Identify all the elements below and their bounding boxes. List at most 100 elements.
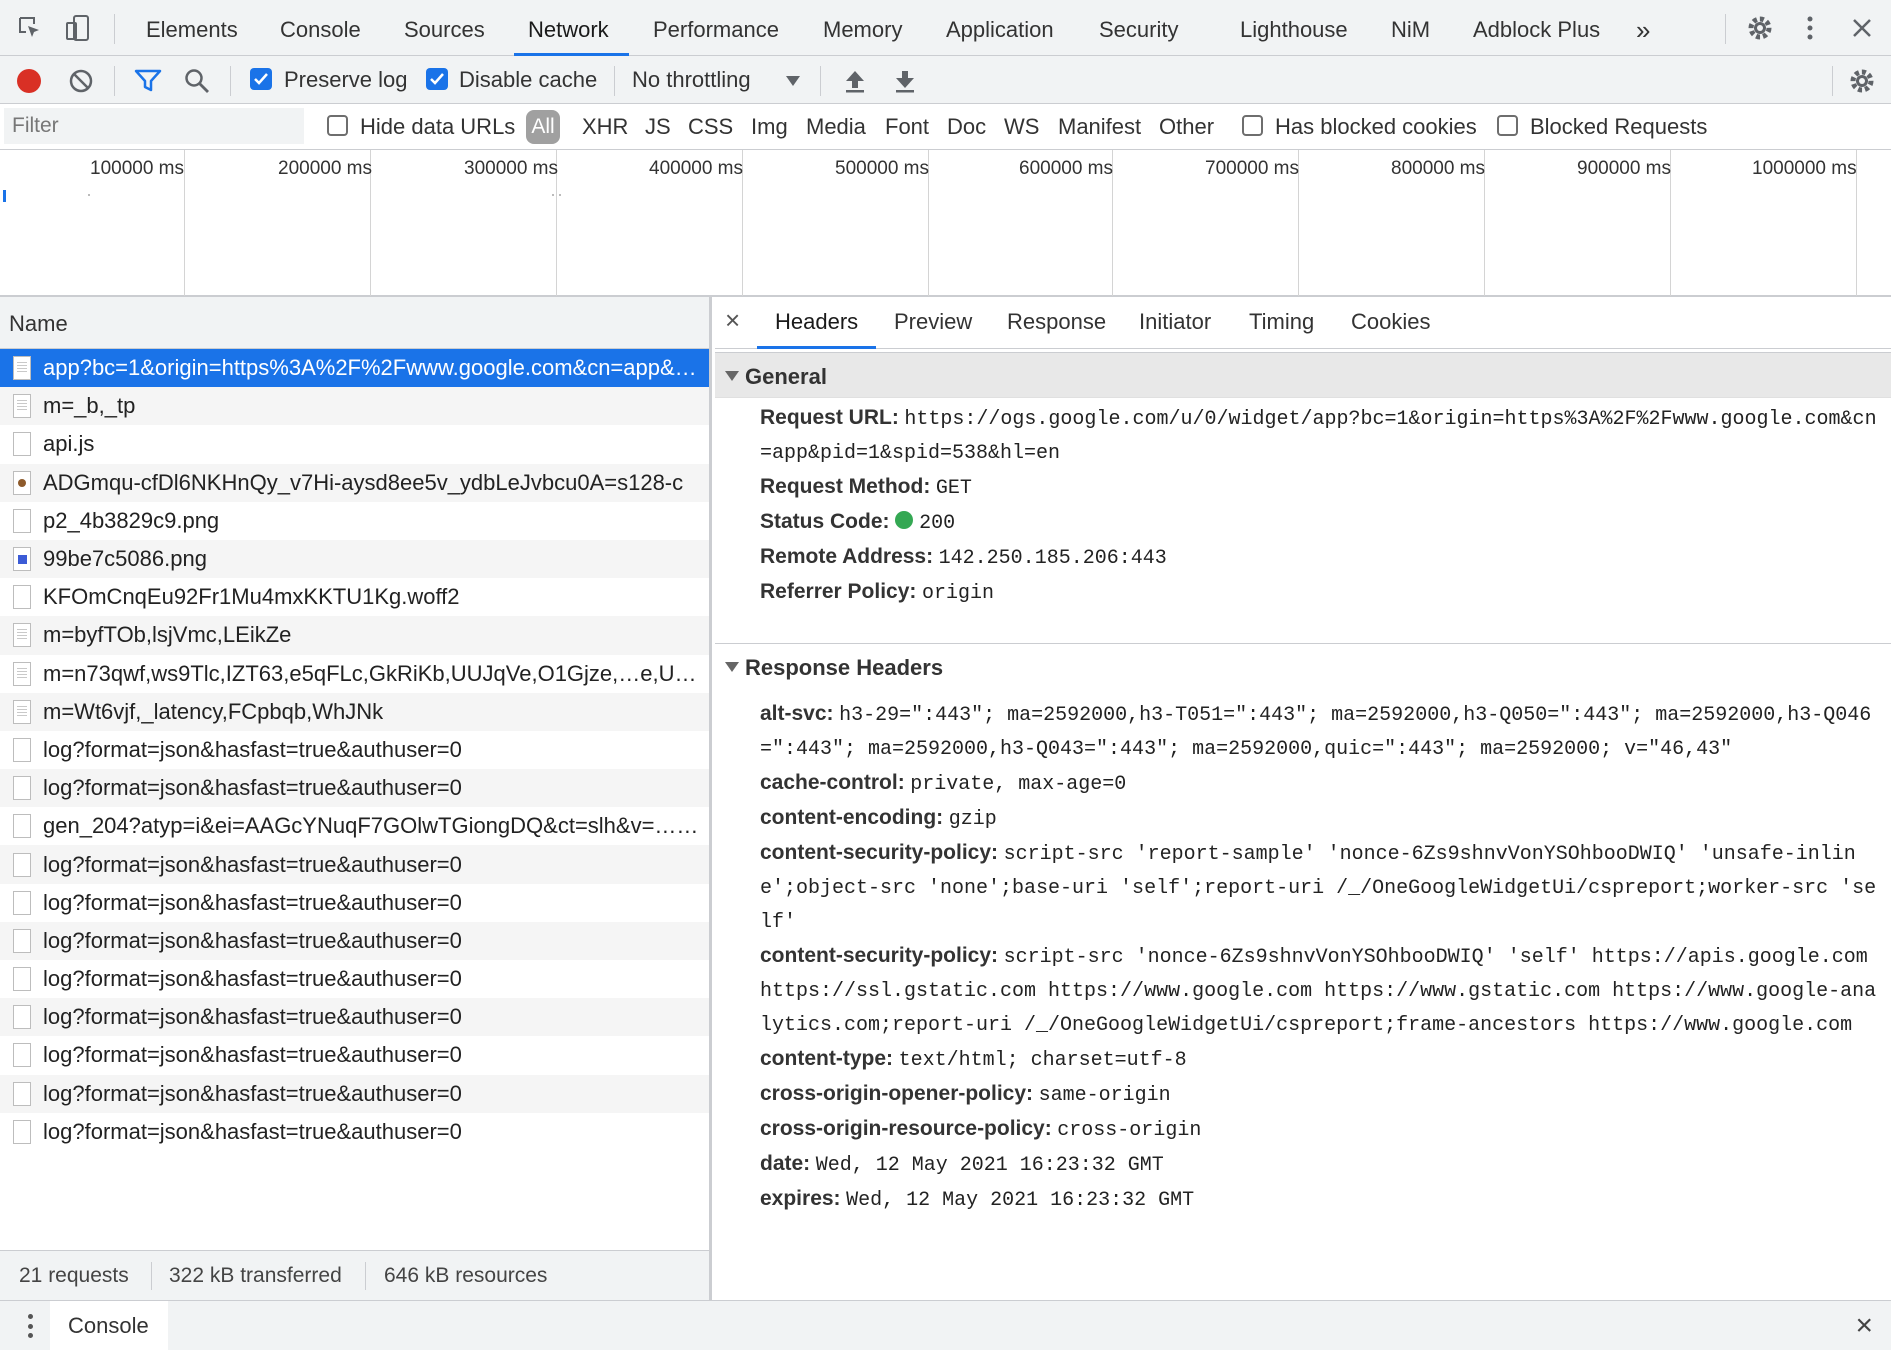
preserve-log-label[interactable]: Preserve log [284, 67, 408, 93]
header-value: origin [921, 582, 994, 605]
header-value: same-origin [1038, 1084, 1171, 1107]
hide-data-urls-label[interactable]: Hide data URLs [360, 114, 515, 140]
request-row[interactable]: log?format=json&hasfast=true&authuser=0 [0, 1036, 709, 1074]
close-drawer-icon[interactable]: × [1855, 1309, 1873, 1343]
tab-response[interactable]: Response [1007, 309, 1106, 335]
has-blocked-cookies-checkbox[interactable] [1242, 115, 1263, 136]
request-row[interactable]: log?format=json&hasfast=true&authuser=0 [0, 1113, 709, 1151]
request-row[interactable]: m=_b,_tp [0, 387, 709, 426]
response-headers-list: alt-svc: h3-29=":443"; ma=2592000,h3-T05… [760, 697, 1885, 1217]
file-icon [13, 814, 31, 839]
request-row[interactable]: log?format=json&hasfast=true&authuser=0 [0, 884, 709, 922]
record-icon[interactable] [12, 64, 46, 98]
tab-application[interactable]: Application [946, 0, 1054, 56]
type-filter-ws[interactable]: WS [1004, 114, 1039, 140]
type-filter-xhr[interactable]: XHR [582, 114, 628, 140]
request-row[interactable]: 99be7c5086.png [0, 539, 709, 579]
header-name: date: [760, 1152, 811, 1175]
export-har-icon[interactable] [888, 64, 922, 98]
has-blocked-cookies-label[interactable]: Has blocked cookies [1275, 114, 1477, 140]
preserve-log-checkbox[interactable] [250, 68, 272, 90]
tab-sources[interactable]: Sources [404, 0, 485, 56]
tab-performance[interactable]: Performance [653, 0, 779, 56]
disable-cache-label[interactable]: Disable cache [459, 67, 597, 93]
tab-elements[interactable]: Elements [146, 0, 238, 56]
tab-lighthouse[interactable]: Lighthouse [1240, 0, 1348, 56]
filter-input[interactable] [4, 108, 304, 144]
general-section-header[interactable]: General [715, 352, 1891, 398]
type-filter-font[interactable]: Font [885, 114, 929, 140]
request-row[interactable]: p2_4b3829c9.png [0, 502, 709, 540]
header-value: GET [935, 477, 972, 500]
tab-memory[interactable]: Memory [823, 0, 902, 56]
tab-timing[interactable]: Timing [1249, 309, 1314, 335]
timeline-tick-label: 200000 ms [278, 158, 373, 179]
file-icon [13, 623, 31, 648]
tab-preview[interactable]: Preview [894, 309, 972, 335]
request-row[interactable]: log?format=json&hasfast=true&authuser=0 [0, 998, 709, 1037]
close-devtools-icon[interactable] [1844, 10, 1880, 46]
request-name: m=n73qwf,ws9Tlc,IZT63,e5qFLc,GkRiKb,UUJq… [43, 660, 697, 686]
tab-adblock-plus[interactable]: Adblock Plus [1473, 0, 1600, 56]
settings-gear-icon[interactable] [1742, 10, 1778, 46]
drawer-menu-icon[interactable] [18, 1309, 42, 1343]
request-name: log?format=json&hasfast=true&authuser=0 [43, 927, 462, 953]
chevron-down-icon[interactable] [776, 64, 810, 98]
throttling-select[interactable]: No throttling [632, 67, 751, 93]
type-filter-manifest[interactable]: Manifest [1058, 114, 1141, 140]
tab-initiator[interactable]: Initiator [1139, 309, 1211, 335]
close-detail-icon[interactable]: × [725, 305, 740, 336]
filter-funnel-icon[interactable] [131, 64, 165, 98]
tab-cookies[interactable]: Cookies [1351, 309, 1430, 335]
tab-security[interactable]: Security [1099, 0, 1178, 56]
hide-data-urls-checkbox[interactable] [327, 115, 348, 136]
request-row[interactable]: ADGmqu-cfDl6NKHnQy_v7Hi-aysd8ee5v_ydbLeJ… [0, 463, 709, 502]
tab-console[interactable]: Console [280, 0, 361, 56]
header-name: content-security-policy: [760, 841, 999, 864]
tab-headers[interactable]: Headers [756, 309, 877, 349]
request-row[interactable]: gen_204?atyp=i&ei=AAGcYNuqF7GOlwTGiongDQ… [0, 807, 709, 845]
request-row[interactable]: app?bc=1&origin=https%3A%2F%2Fwww.google… [0, 349, 709, 388]
request-name: log?format=json&hasfast=true&authuser=0 [43, 966, 462, 992]
more-tabs-button[interactable]: » [1636, 0, 1650, 56]
search-icon[interactable] [180, 64, 214, 98]
transferred-size: 322 kB transferred [169, 1264, 342, 1287]
request-row[interactable]: m=n73qwf,ws9Tlc,IZT63,e5qFLc,GkRiKb,UUJq… [0, 655, 709, 693]
request-row[interactable]: api.js [0, 425, 709, 463]
type-filter-js[interactable]: JS [645, 114, 671, 140]
import-har-icon[interactable] [838, 64, 872, 98]
request-row[interactable]: log?format=json&hasfast=true&authuser=0 [0, 921, 709, 960]
network-settings-gear-icon[interactable] [1845, 64, 1879, 98]
tab-network[interactable]: Network [514, 0, 629, 56]
tab-nim[interactable]: NiM [1391, 0, 1430, 56]
blocked-requests-label[interactable]: Blocked Requests [1530, 114, 1707, 140]
type-filter-css[interactable]: CSS [688, 114, 733, 140]
request-name: 99be7c5086.png [43, 546, 207, 572]
request-row[interactable]: log?format=json&hasfast=true&authuser=0 [0, 1074, 709, 1113]
request-row[interactable]: log?format=json&hasfast=true&authuser=0 [0, 960, 709, 998]
disable-cache-checkbox[interactable] [426, 68, 448, 90]
detail-tab-bar: × Headers Preview Response Initiator Tim… [715, 297, 1891, 349]
clear-icon[interactable] [64, 64, 98, 98]
response-headers-section-header[interactable]: Response Headers [715, 643, 1891, 689]
request-row[interactable]: KFOmCnqEu92Fr1Mu4mxKKTU1Kg.woff2 [0, 578, 709, 616]
network-overview-timeline[interactable]: 100000 ms 200000 ms 300000 ms 400000 ms … [0, 150, 1891, 297]
more-options-icon[interactable] [1792, 10, 1828, 46]
inspect-element-icon[interactable] [12, 10, 48, 46]
request-row[interactable]: log?format=json&hasfast=true&authuser=0 [0, 769, 709, 808]
request-row[interactable]: m=byfTOb,lsjVmc,LEikZe [0, 616, 709, 655]
blocked-requests-checkbox[interactable] [1497, 115, 1518, 136]
drawer-tab-console[interactable]: Console [50, 1301, 168, 1350]
type-filter-other[interactable]: Other [1159, 114, 1214, 140]
request-row[interactable]: m=Wt6vjf,_latency,FCpbqb,WhJNk [0, 692, 709, 731]
type-filter-all[interactable]: All [526, 110, 560, 144]
type-filter-img[interactable]: Img [751, 114, 788, 140]
type-filter-media[interactable]: Media [806, 114, 866, 140]
file-icon [13, 852, 31, 877]
device-toolbar-icon[interactable] [60, 10, 96, 46]
request-row[interactable]: log?format=json&hasfast=true&authuser=0 [0, 845, 709, 884]
type-filter-doc[interactable]: Doc [947, 114, 986, 140]
name-column-header[interactable]: Name [0, 297, 709, 349]
timeline-tick-label: 100000 ms [90, 158, 185, 179]
request-row[interactable]: log?format=json&hasfast=true&authuser=0 [0, 731, 709, 769]
